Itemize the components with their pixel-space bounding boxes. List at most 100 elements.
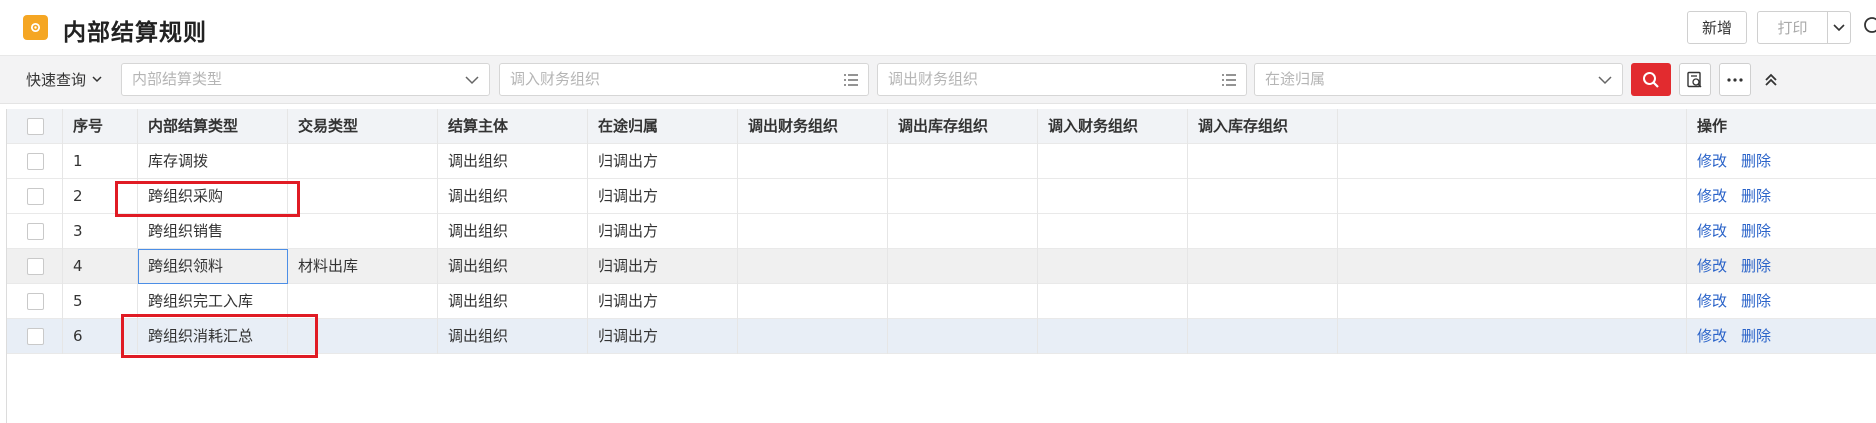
row-in-stock-org [1188,144,1338,179]
delete-link[interactable]: 删除 [1741,257,1771,275]
row-out-finance-org [738,284,888,319]
row-spacer [1338,179,1687,214]
col-header-out-finance-org[interactable]: 调出财务组织 [738,109,888,144]
delete-link[interactable]: 删除 [1741,152,1771,170]
row-out-finance-org [738,214,888,249]
row-select-cell [7,284,63,319]
edit-link[interactable]: 修改 [1697,327,1727,345]
row-checkbox[interactable] [27,223,44,240]
row-out-stock-org [888,319,1038,354]
advanced-filter-button[interactable] [1679,63,1711,96]
delete-link[interactable]: 删除 [1741,292,1771,310]
header-search-button[interactable] [1861,13,1876,41]
row-in-finance-org [1038,319,1188,354]
row-in-stock-org [1188,284,1338,319]
col-header-no[interactable]: 序号 [63,109,138,144]
col-header-settle-subject[interactable]: 结算主体 [438,109,588,144]
table-row[interactable]: 1 库存调拨 调出组织 归调出方 修改 删除 [7,144,1876,179]
page-header: 内部结算规则 新增 打印 [0,0,1876,56]
select-all-checkbox[interactable] [27,118,44,135]
edit-link[interactable]: 修改 [1697,187,1727,205]
transit-owner-select[interactable]: 在途归属 [1254,63,1623,96]
row-select-cell [7,144,63,179]
edit-link[interactable]: 修改 [1697,292,1727,310]
out-finance-org-input[interactable]: 调出财务组织 [877,63,1247,96]
col-header-spacer [1338,109,1687,144]
table-row[interactable]: 4 跨组织领料 材料出库 调出组织 归调出方 修改 删除 [7,249,1876,284]
list-icon [1222,74,1236,86]
quick-query-dropdown[interactable]: 快速查询 [26,69,102,90]
row-in-stock-org [1188,249,1338,284]
col-header-settle-type[interactable]: 内部结算类型 [138,109,288,144]
col-header-trade-type[interactable]: 交易类型 [288,109,438,144]
chevron-down-icon [92,76,102,83]
more-icon [1727,77,1743,82]
search-icon [1864,17,1876,33]
row-select-cell [7,179,63,214]
row-checkbox[interactable] [27,188,44,205]
edit-link[interactable]: 修改 [1697,222,1727,240]
row-transit-owner: 归调出方 [588,144,738,179]
row-settle-subject: 调出组织 [438,144,588,179]
col-header-out-stock-org[interactable]: 调出库存组织 [888,109,1038,144]
row-actions: 修改 删除 [1687,284,1876,319]
row-checkbox[interactable] [27,328,44,345]
col-header-in-finance-org[interactable]: 调入财务组织 [1038,109,1188,144]
row-transit-owner: 归调出方 [588,179,738,214]
select-all-cell [7,109,63,144]
row-out-stock-org [888,214,1038,249]
row-actions: 修改 删除 [1687,214,1876,249]
row-out-finance-org [738,179,888,214]
collapse-button[interactable] [1760,68,1782,92]
delete-link[interactable]: 删除 [1741,187,1771,205]
transit-owner-placeholder: 在途归属 [1265,70,1326,88]
edit-link[interactable]: 修改 [1697,152,1727,170]
row-trade-type [288,214,438,249]
print-dropdown-button[interactable] [1827,11,1851,44]
row-no: 3 [63,214,138,249]
new-button[interactable]: 新增 [1687,11,1747,44]
annotation-highlight-box [115,181,300,217]
row-transit-owner: 归调出方 [588,214,738,249]
row-in-finance-org [1038,249,1188,284]
quick-query-label: 快速查询 [26,71,87,89]
annotation-highlight-box [121,314,318,358]
search-button[interactable] [1631,63,1671,96]
row-out-stock-org [888,284,1038,319]
row-spacer [1338,214,1687,249]
page-title: 内部结算规则 [63,20,207,46]
settle-type-select[interactable]: 内部结算类型 [121,63,490,96]
row-in-finance-org [1038,144,1188,179]
in-finance-org-input[interactable]: 调入财务组织 [499,63,869,96]
more-button[interactable] [1719,63,1751,96]
col-header-transit-owner[interactable]: 在途归属 [588,109,738,144]
row-checkbox[interactable] [27,258,44,275]
in-finance-org-placeholder: 调入财务组织 [510,70,601,88]
row-in-finance-org [1038,214,1188,249]
filter-scheme-icon [1687,71,1702,87]
chevron-down-icon [1598,76,1612,85]
row-select-cell [7,319,63,354]
col-header-in-stock-org[interactable]: 调入库存组织 [1188,109,1338,144]
row-select-cell [7,214,63,249]
row-checkbox[interactable] [27,153,44,170]
print-button[interactable]: 打印 [1757,11,1828,44]
table-row[interactable]: 3 跨组织销售 调出组织 归调出方 修改 删除 [7,214,1876,249]
delete-link[interactable]: 删除 [1741,327,1771,345]
delete-link[interactable]: 删除 [1741,222,1771,240]
row-settle-subject: 调出组织 [438,179,588,214]
row-in-finance-org [1038,284,1188,319]
row-select-cell [7,249,63,284]
row-out-finance-org [738,319,888,354]
out-finance-org-placeholder: 调出财务组织 [888,70,979,88]
row-transit-owner: 归调出方 [588,284,738,319]
list-icon [844,74,858,86]
edit-link[interactable]: 修改 [1697,257,1727,275]
row-settle-subject: 调出组织 [438,319,588,354]
search-icon [1643,71,1659,88]
row-checkbox[interactable] [27,293,44,310]
row-out-finance-org [738,144,888,179]
row-transit-owner: 归调出方 [588,249,738,284]
double-chevron-up-icon [1765,73,1777,86]
chevron-down-icon [1833,23,1845,31]
